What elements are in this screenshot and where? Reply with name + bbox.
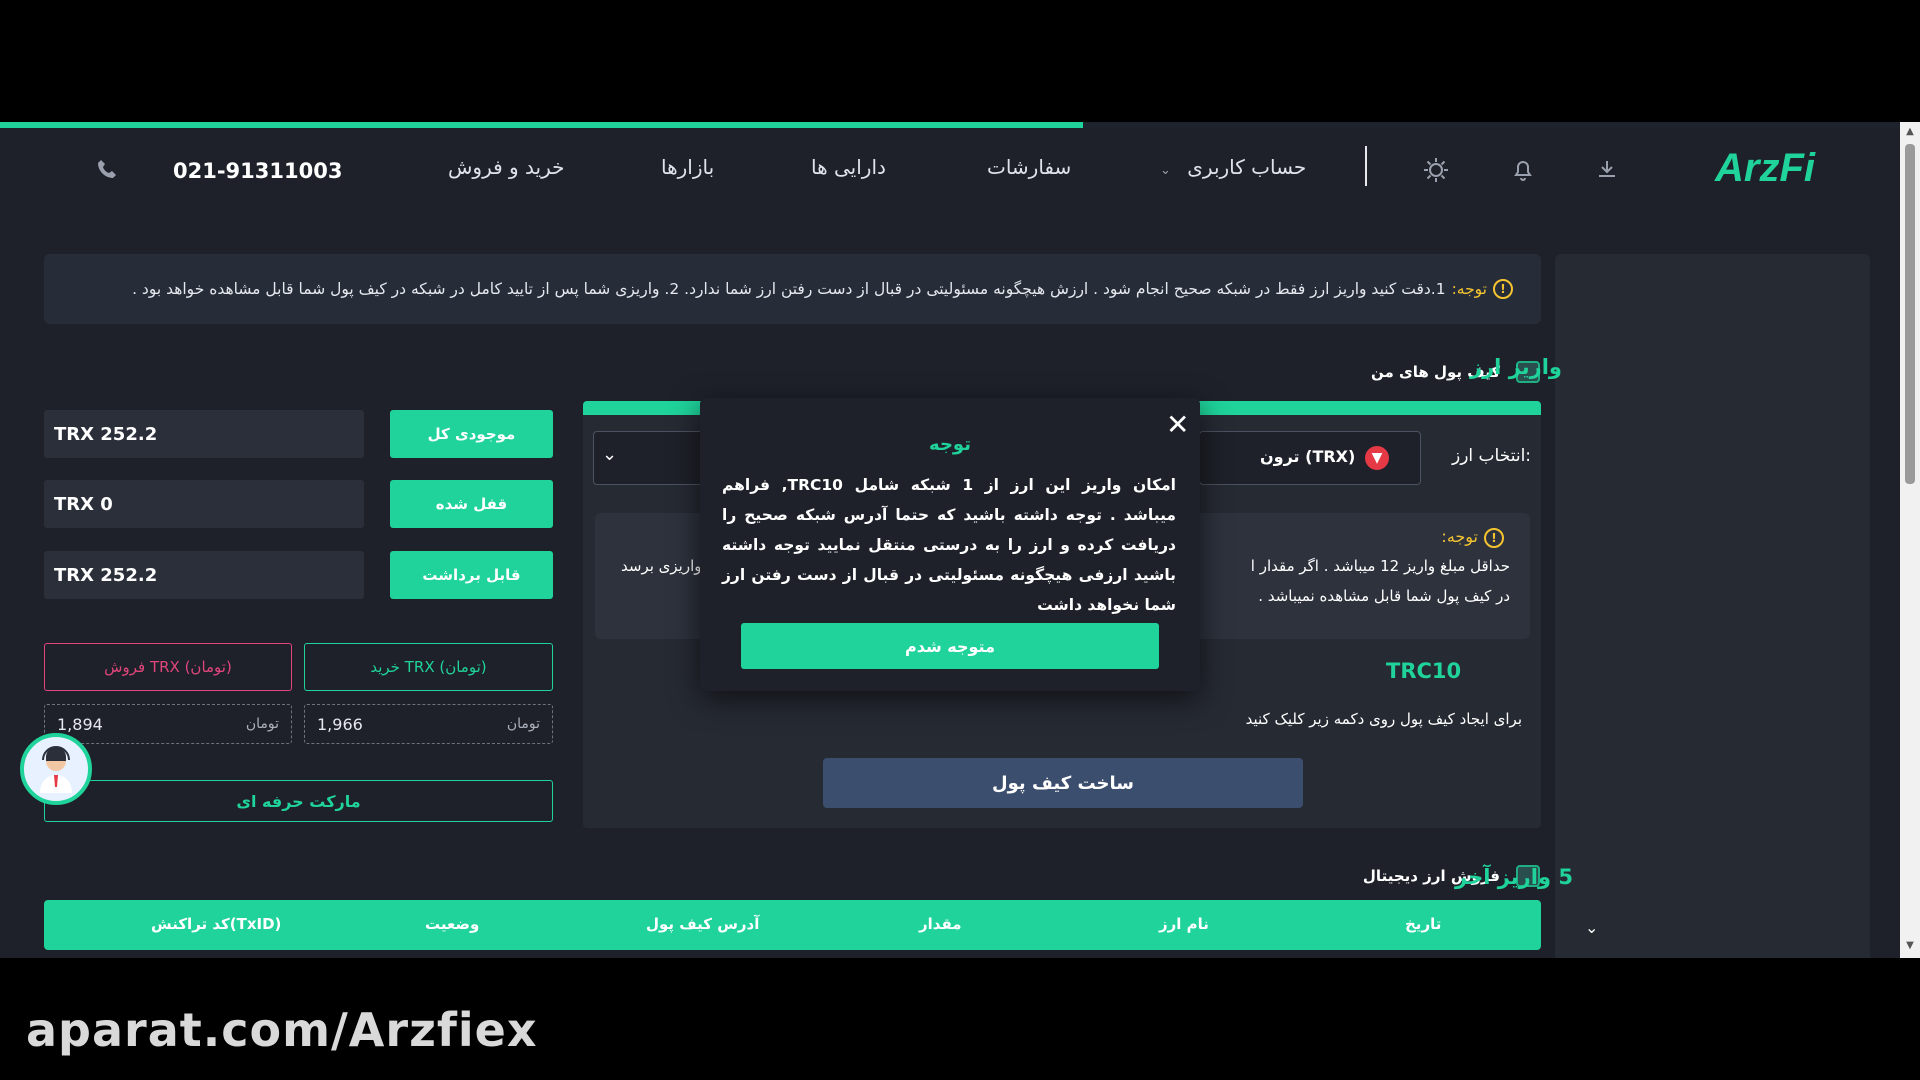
modal-confirm-button[interactable]: متوجه شدم	[741, 623, 1159, 669]
col-status: وضعیت	[425, 915, 480, 933]
modal-title: توجه	[929, 434, 971, 455]
page-scrollbar[interactable]: ▲ ▼	[1900, 122, 1920, 958]
inner-notice-line1-end: واریزی برسد	[621, 557, 702, 575]
chevron-down-icon: ⌄	[1160, 163, 1171, 178]
buy-price-unit: تومان	[506, 716, 540, 732]
inner-notice-line2: در کیف پول شما قابل مشاهده نمیباشد .	[1258, 587, 1510, 605]
logo[interactable]: ArzFi	[1715, 146, 1815, 191]
col-currency: نام ارز	[1159, 915, 1209, 933]
warning-icon: !	[1484, 528, 1504, 548]
deposit-notice: ! توجه: 1.دقت کنید واریز ارز فقط در شبکه…	[44, 254, 1541, 324]
nav-assets[interactable]: دارایی ها	[811, 155, 886, 179]
scroll-up-icon[interactable]: ▲	[1904, 126, 1916, 138]
sell-price: 1,894	[57, 714, 103, 734]
app-window: ArzFi ⌄ حساب کاربری سفارشات دارایی ها با…	[0, 128, 1900, 958]
inner-notice-line1: حداقل مبلغ واریز 12 میباشد . اگر مقدار ا	[1250, 557, 1510, 575]
col-amount: مقدار	[919, 915, 962, 933]
network-select[interactable]: ⌄	[593, 431, 705, 485]
pro-market-button[interactable]: مارکت حرفه ای	[44, 780, 553, 822]
warning-icon: !	[1493, 279, 1513, 299]
sidebar	[1555, 254, 1870, 958]
create-wallet-hint: برای ایجاد کیف پول روی دکمه زیر کلیک کنی…	[1245, 710, 1522, 728]
bell-icon[interactable]	[1512, 158, 1534, 188]
balance-locked-value: TRX 0	[44, 480, 364, 528]
col-txid: کد تراکنش(TxID)	[151, 915, 282, 933]
balance-total-button[interactable]: موجودی کل	[390, 410, 553, 458]
balance-total-value: TRX 252.2	[44, 410, 364, 458]
buy-trx-button[interactable]: خرید TRX (تومان)	[304, 643, 553, 691]
recent-deposits-title: 5 واریز آخر	[1455, 865, 1573, 889]
support-phone: 021-91311003	[173, 159, 343, 183]
buy-price: 1,966	[317, 714, 363, 734]
balance-withdrawable-value: TRX 252.2	[44, 551, 364, 599]
currency-select[interactable]: ▼ ترون (TRX)	[1199, 431, 1421, 485]
nav-orders[interactable]: سفارشات	[987, 155, 1071, 179]
deposit-title: واریز ارز	[1470, 355, 1562, 379]
notice-text: 1.دقت کنید واریز ارز فقط در شبکه صحیح ان…	[132, 280, 1446, 298]
create-wallet-button[interactable]: ساخت کیف پول	[823, 758, 1303, 808]
inner-notice-label-text: توجه:	[1441, 527, 1478, 546]
network-name: TRC10	[1386, 659, 1462, 683]
watermark: aparat.com/Arzfiex	[26, 1003, 538, 1057]
nav-account[interactable]: ⌄ حساب کاربری	[1160, 155, 1306, 179]
scroll-thumb[interactable]	[1905, 144, 1915, 484]
nav-markets[interactable]: بازارها	[661, 155, 714, 179]
selected-currency: ترون (TRX)	[1260, 447, 1356, 466]
phone-icon[interactable]	[96, 158, 118, 184]
video-top-letterbox	[0, 0, 1920, 122]
sell-price-unit: تومان	[245, 716, 279, 732]
sun-icon[interactable]	[1422, 156, 1450, 190]
col-wallet-address: آدرس کیف پول	[646, 915, 760, 933]
sell-trx-button[interactable]: فروش TRX (تومان)	[44, 643, 292, 691]
support-avatar[interactable]	[20, 733, 92, 805]
tron-icon: ▼	[1365, 446, 1389, 470]
sell-price-field: 1,894 تومان	[44, 704, 292, 744]
modal-body: امکان واریز این ارز از 1 شبکه شامل TRC10…	[722, 476, 1176, 614]
header-divider	[1365, 146, 1367, 186]
inner-notice-label: ! توجه:	[1441, 527, 1504, 548]
col-date: تاریخ	[1405, 915, 1442, 933]
chevron-down-icon: ⌄	[602, 444, 618, 465]
notice-label: توجه:	[1451, 280, 1487, 298]
download-icon[interactable]	[1596, 158, 1618, 186]
select-currency-label: انتخاب ارز:	[1452, 446, 1532, 466]
attention-modal: ✕ توجه امکان واریز این ارز از 1 شبکه شام…	[700, 398, 1200, 691]
nav-buy-sell[interactable]: خرید و فروش	[448, 155, 565, 179]
chevron-down-icon[interactable]: ⌄	[1585, 918, 1598, 937]
balance-locked-button[interactable]: قفل شده	[390, 480, 553, 528]
scroll-down-icon[interactable]: ▼	[1904, 940, 1916, 952]
buy-price-field: 1,966 تومان	[304, 704, 553, 744]
recent-deposits-header: تاریخ نام ارز مقدار آدرس کیف پول وضعیت ک…	[44, 900, 1541, 950]
balance-withdrawable-button[interactable]: قابل برداشت	[390, 551, 553, 599]
nav-account-label: حساب کاربری	[1187, 155, 1307, 179]
